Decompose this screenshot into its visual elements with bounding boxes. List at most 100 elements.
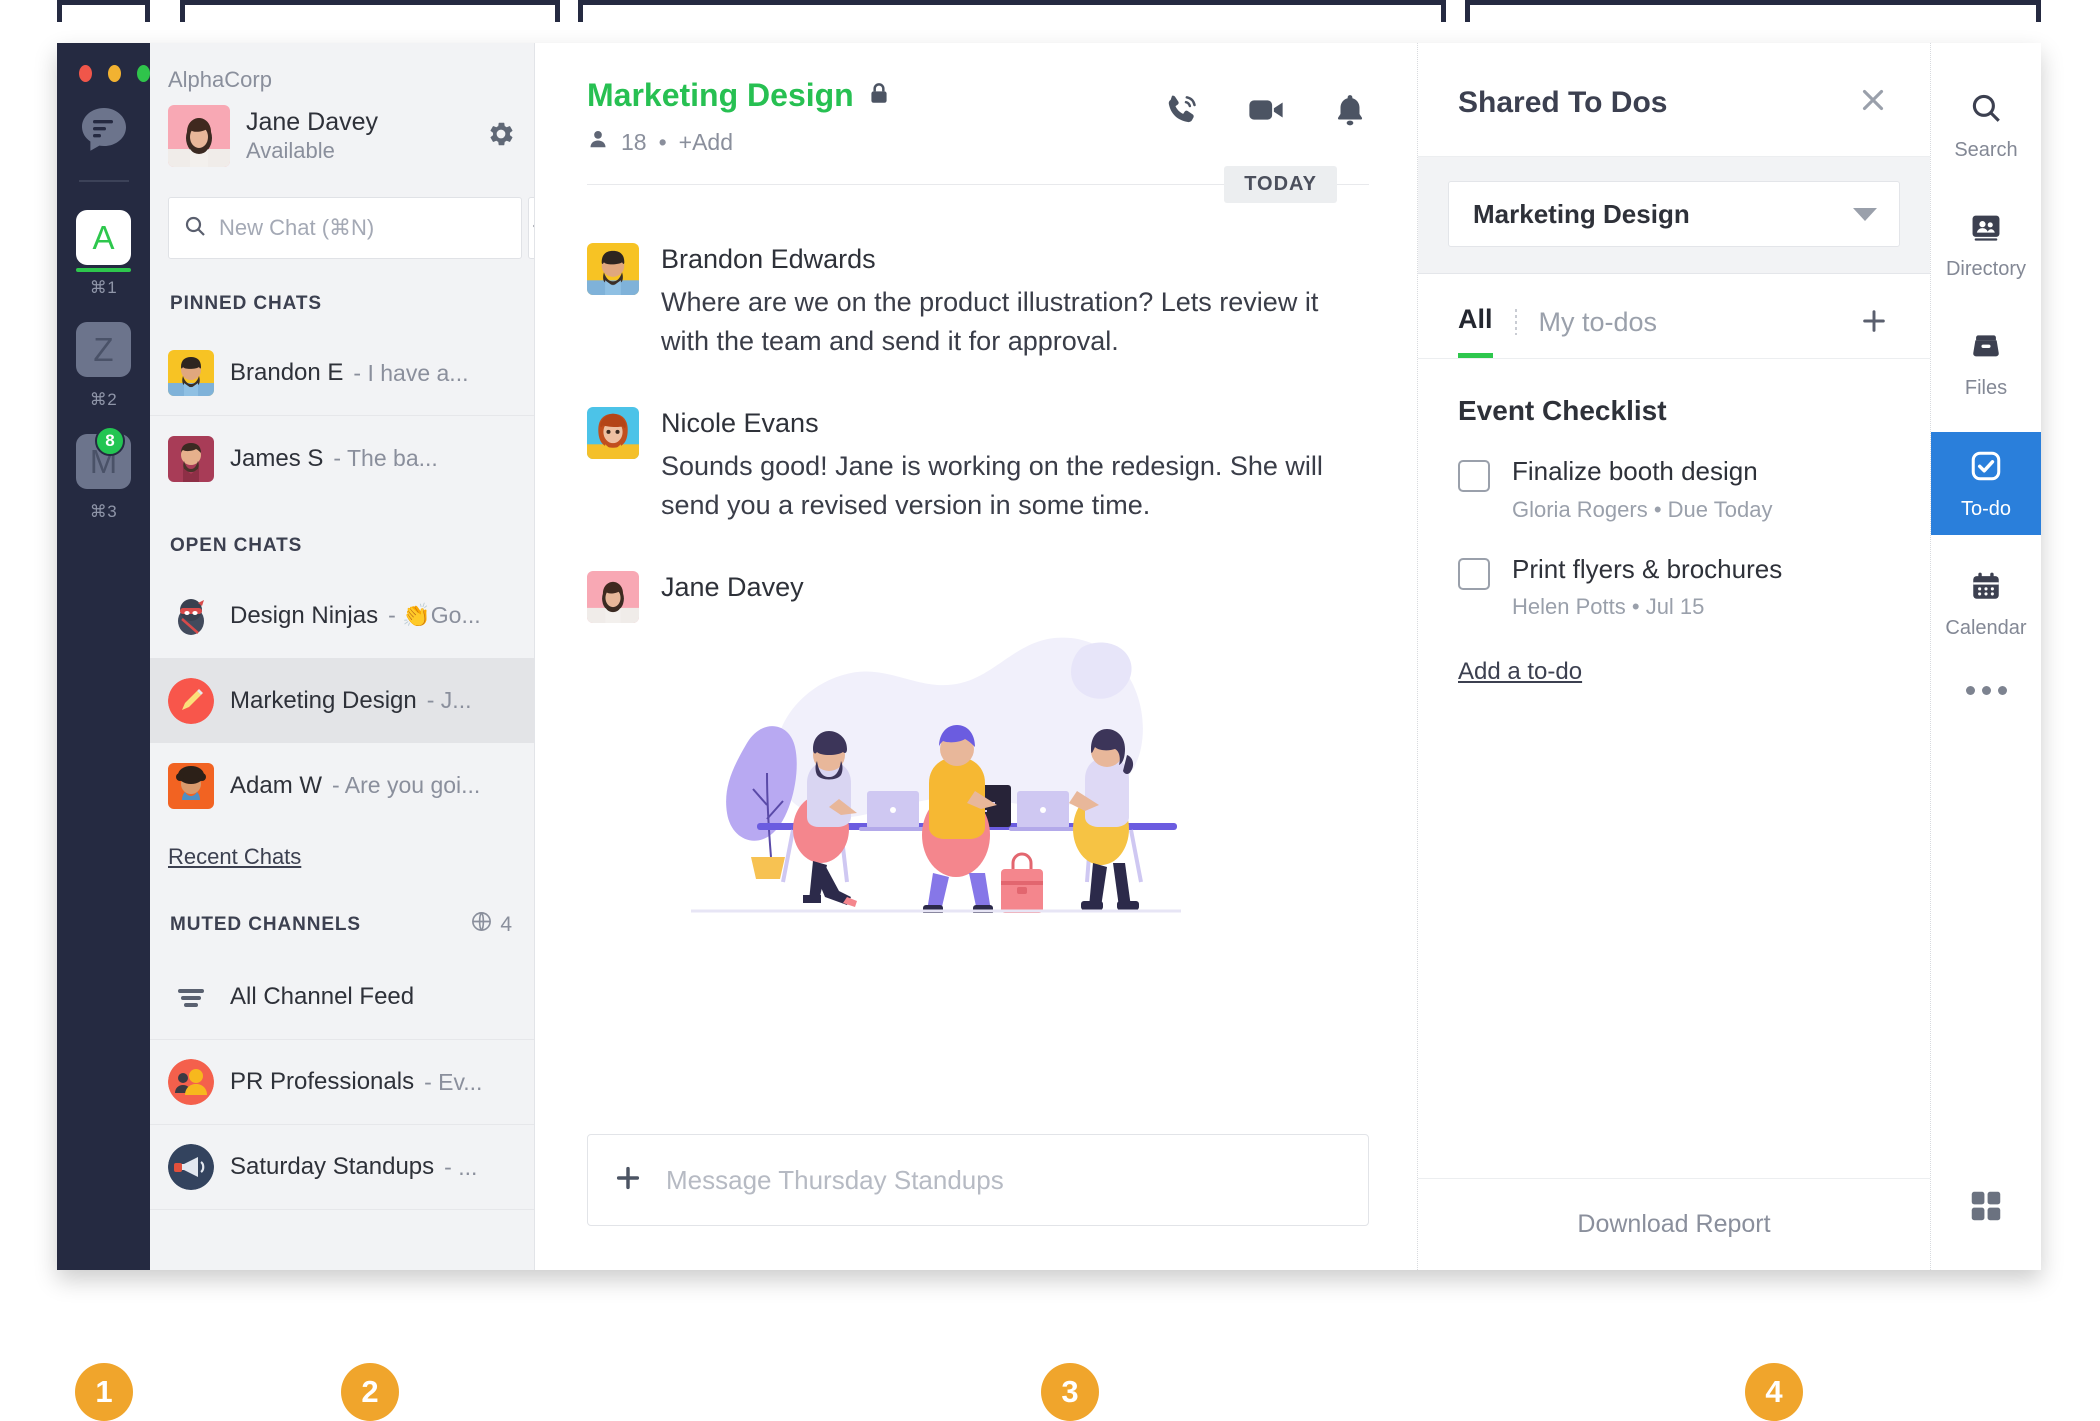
grid-apps-icon[interactable] bbox=[1967, 1187, 2005, 1230]
chevron-down-icon bbox=[1853, 207, 1877, 221]
chat-name: Adam W bbox=[230, 771, 323, 799]
current-user-row[interactable]: Jane Davey Available bbox=[150, 101, 534, 167]
chat-list-item[interactable]: All Channel Feed bbox=[150, 955, 534, 1040]
chat-list-item[interactable]: Adam W - Are you goi... bbox=[150, 743, 534, 828]
bell-icon[interactable] bbox=[1331, 91, 1369, 134]
separator-dot: • bbox=[658, 128, 667, 155]
new-chat-search-box[interactable] bbox=[168, 197, 522, 259]
more-dots-icon[interactable] bbox=[1965, 686, 2007, 695]
todo-channel-select-wrap: Marketing Design bbox=[1418, 156, 1930, 274]
workspace-shortcut: ⌘3 bbox=[89, 502, 118, 521]
workspace-item-z[interactable]: Z ⌘2 bbox=[57, 322, 150, 410]
search-icon bbox=[1969, 91, 2003, 130]
avatar bbox=[587, 243, 639, 295]
shared-todos-panel: Shared To Dos Marketing Design All My to… bbox=[1418, 43, 1931, 1270]
message-list: Brandon Edwards Where are we on the prod… bbox=[535, 185, 1417, 1134]
callout-bracket-4 bbox=[1465, 0, 2041, 22]
todo-checkbox[interactable] bbox=[1458, 557, 1490, 590]
maximize-window-button[interactable] bbox=[137, 65, 150, 82]
workspace-item-a[interactable]: A ⌘1 bbox=[57, 210, 150, 298]
close-icon[interactable] bbox=[1856, 83, 1890, 122]
workspace-active-underline bbox=[76, 268, 131, 272]
callout-bracket-2 bbox=[180, 0, 560, 22]
rail-button-todo[interactable]: To-do bbox=[1931, 432, 2041, 535]
directory-icon bbox=[1969, 210, 2003, 249]
tab-my-todos[interactable]: My to-dos bbox=[1539, 307, 1658, 356]
chat-list-item[interactable]: Brandon E - I have a... bbox=[150, 331, 534, 416]
add-todo-link[interactable]: Add a to-do bbox=[1458, 658, 1582, 686]
message-composer[interactable] bbox=[587, 1134, 1369, 1226]
download-report-button[interactable]: Download Report bbox=[1577, 1210, 1770, 1239]
todo-channel-select[interactable]: Marketing Design bbox=[1448, 181, 1900, 247]
todo-item-text: Finalize booth design bbox=[1512, 456, 1758, 486]
chat-name: PR Professionals bbox=[230, 1068, 415, 1095]
conversation-panel: Marketing Design 18 • +Add TODAY Brandon… bbox=[535, 43, 1418, 1270]
search-row bbox=[168, 197, 534, 259]
workspace-tile-a[interactable]: A bbox=[76, 210, 131, 265]
section-title: OPEN CHATS bbox=[170, 535, 303, 556]
close-window-button[interactable] bbox=[79, 65, 92, 82]
workspace-item-m[interactable]: M 8 ⌘3 bbox=[57, 426, 150, 522]
rail-button-search[interactable]: Search bbox=[1931, 75, 2041, 176]
message-input[interactable] bbox=[666, 1164, 1344, 1196]
chat-snippet: - J... bbox=[426, 687, 472, 713]
todo-item: Print flyers & brochures Helen Potts • J… bbox=[1458, 553, 1890, 621]
message-text: Where are we on the product illustration… bbox=[661, 286, 1319, 356]
rail-label: Calendar bbox=[1945, 617, 2027, 639]
callout-number-2: 2 bbox=[341, 1363, 399, 1421]
rail-button-files[interactable]: Files bbox=[1931, 313, 2041, 414]
video-camera-icon[interactable] bbox=[1245, 89, 1287, 136]
chat-snippet: - ... bbox=[444, 1153, 478, 1180]
team-working-illustration bbox=[661, 623, 1369, 929]
people-emoji-icon bbox=[168, 1059, 214, 1105]
recent-chats-link[interactable]: Recent Chats bbox=[150, 828, 301, 876]
chat-snippet: - The ba... bbox=[333, 445, 438, 471]
person-icon bbox=[587, 128, 609, 156]
minimize-window-button[interactable] bbox=[108, 65, 121, 82]
callout-number-3: 3 bbox=[1041, 1363, 1099, 1421]
chat-bubble-logo-icon bbox=[76, 102, 132, 158]
unread-badge: 8 bbox=[95, 426, 125, 456]
rail-button-directory[interactable]: Directory bbox=[1931, 194, 2041, 295]
feed-lines-icon bbox=[168, 974, 214, 1020]
chat-name: All Channel Feed bbox=[230, 983, 415, 1010]
phone-call-icon[interactable] bbox=[1161, 90, 1201, 135]
todo-tabs: All My to-dos bbox=[1418, 274, 1930, 359]
todo-assignee: Helen Potts bbox=[1512, 594, 1626, 619]
separator-dot: • bbox=[1631, 594, 1640, 619]
day-divider-badge: TODAY bbox=[1224, 166, 1337, 203]
todo-item-meta: Helen Potts • Jul 15 bbox=[1512, 594, 1782, 620]
todo-checkbox[interactable] bbox=[1458, 460, 1490, 492]
chat-list-item[interactable]: PR Professionals - Ev... bbox=[150, 1040, 534, 1125]
chat-list-item[interactable]: James S - The ba... bbox=[150, 416, 534, 501]
todo-item-meta: Gloria Rogers • Due Today bbox=[1512, 497, 1772, 523]
checkbox-icon bbox=[1968, 448, 2004, 489]
chat-list-item-selected[interactable]: Marketing Design - J... bbox=[150, 658, 534, 743]
chat-name: Design Ninjas bbox=[230, 601, 379, 629]
workspace-tile-z[interactable]: Z bbox=[76, 322, 131, 377]
new-chat-button[interactable] bbox=[528, 197, 534, 259]
callout-bracket-3 bbox=[578, 0, 1446, 22]
search-input[interactable] bbox=[219, 215, 507, 241]
chat-list-item[interactable]: Design Ninjas - 👏Go... bbox=[150, 573, 534, 658]
message-author: Brandon Edwards bbox=[661, 244, 876, 274]
rail-button-calendar[interactable]: Calendar bbox=[1931, 553, 2041, 654]
tab-all[interactable]: All bbox=[1458, 304, 1493, 358]
workspace-initial: A bbox=[92, 218, 115, 256]
chat-name: Marketing Design bbox=[230, 686, 417, 714]
add-members-link[interactable]: +Add bbox=[679, 129, 733, 156]
chat-name: Saturday Standups bbox=[230, 1153, 435, 1180]
todo-assignee: Gloria Rogers bbox=[1512, 496, 1648, 522]
chat-name: Brandon E bbox=[230, 359, 344, 386]
todo-panel-footer: Download Report bbox=[1418, 1178, 1930, 1270]
todo-panel-title: Shared To Dos bbox=[1458, 85, 1668, 119]
todo-list: Event Checklist Finalize booth design Gl… bbox=[1418, 359, 1930, 1178]
tab-separator bbox=[1514, 309, 1517, 335]
chat-list-item[interactable]: Saturday Standups - ... bbox=[150, 1125, 534, 1210]
window-controls bbox=[57, 43, 150, 82]
gear-icon[interactable] bbox=[486, 119, 516, 154]
section-title: MUTED CHANNELS bbox=[170, 913, 361, 935]
plus-icon[interactable] bbox=[612, 1162, 644, 1199]
plus-icon[interactable] bbox=[1858, 305, 1890, 342]
workspace-tile-m[interactable]: M 8 bbox=[76, 426, 131, 489]
